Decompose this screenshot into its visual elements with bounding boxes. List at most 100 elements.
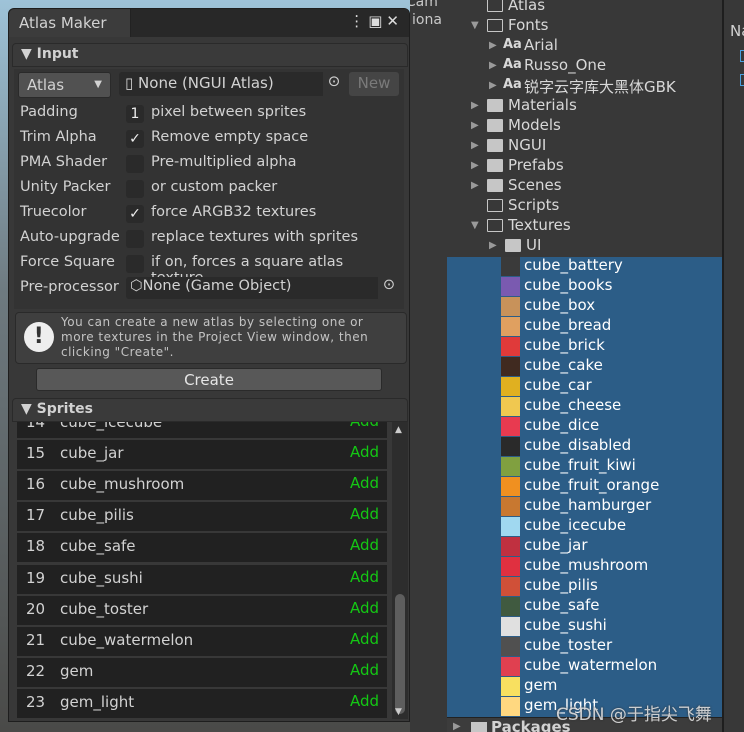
folder-icon — [487, 159, 503, 172]
item-label: cube_bread — [524, 316, 612, 334]
pma-shader-checkbox[interactable] — [126, 155, 144, 173]
hierarchy-panel: Main Cam iona — [410, 0, 447, 732]
expand-arrow-icon[interactable]: ▶ — [453, 718, 461, 732]
expand-arrow-icon[interactable]: ▶ — [471, 160, 479, 171]
sprite-row[interactable]: 18 cube_safe Add — [17, 533, 387, 563]
collapse-arrow-icon[interactable]: ▼ — [471, 20, 479, 31]
sprite-row[interactable]: 22 gem Add — [17, 657, 387, 687]
item-label: Scripts — [508, 196, 560, 214]
scroll-down-icon[interactable]: ▼ — [395, 707, 402, 717]
close-icon[interactable]: ✕ — [386, 12, 403, 30]
sprite-row[interactable]: 23 gem_light Add — [17, 688, 387, 718]
force-square-row: Force Square if on, forces a square atlas… — [20, 254, 400, 286]
sprite-name: cube_mushroom — [60, 475, 185, 494]
texture-thumbnail-icon — [501, 357, 520, 376]
help-text: You can create a new atlas by selecting … — [61, 315, 369, 359]
inspector-label: Na — [730, 22, 744, 40]
collapse-arrow-icon[interactable]: ▼ — [471, 220, 479, 231]
item-label: cube_fruit_kiwi — [524, 456, 636, 474]
sprite-row[interactable]: 16 cube_mushroom Add — [17, 471, 387, 501]
object-picker-icon[interactable]: ⊙ — [378, 277, 400, 299]
sprite-row[interactable]: 14 cube_icecube Add — [17, 422, 387, 438]
scroll-up-icon[interactable]: ▲ — [395, 425, 402, 435]
item-label: cube_car — [524, 376, 592, 394]
sprite-row[interactable]: 17 cube_pilis Add — [17, 502, 387, 532]
pma-shader-row: PMA Shader Pre-multiplied alpha — [20, 154, 400, 174]
input-section-header[interactable]: ▼ Input — [12, 43, 408, 67]
tab-atlas-maker[interactable]: Atlas Maker — [9, 9, 131, 37]
sprite-index: 16 — [26, 475, 46, 494]
sprite-list-scrollbar[interactable]: ▲ ▼ — [392, 422, 408, 719]
padding-input[interactable]: 1 — [126, 105, 144, 123]
item-label: cube_brick — [524, 336, 605, 354]
add-sprite-button[interactable]: Add — [350, 661, 379, 679]
hierarchy-item[interactable]: iona — [412, 12, 442, 28]
preprocessor-field[interactable]: ⬡None (Game Object) ⊙ — [126, 277, 400, 299]
folder-icon — [487, 219, 503, 232]
sprite-index: 21 — [26, 630, 46, 649]
sprite-row[interactable]: 21 cube_watermelon Add — [17, 626, 387, 656]
atlas-field-value: None (NGUI Atlas) — [138, 74, 274, 92]
auto-upgrade-checkbox[interactable] — [126, 230, 144, 248]
item-label: cube_safe — [524, 596, 600, 614]
sprite-list: 14 cube_icecube Add 15 cube_jar Add 16 cube_mus… — [17, 422, 389, 719]
auto-upgrade-label: Auto-upgrade — [20, 229, 120, 245]
sprite-row[interactable]: 20 cube_toster Add — [17, 595, 387, 625]
item-label: Russo_One — [524, 56, 607, 74]
add-sprite-button[interactable]: Add — [350, 536, 379, 554]
atlas-object-field[interactable]: ▯ None (NGUI Atlas) ⊙ — [119, 72, 345, 96]
pma-shader-label: PMA Shader — [20, 154, 108, 170]
padding-label: Padding — [20, 104, 78, 120]
expand-arrow-icon[interactable]: ▶ — [471, 100, 479, 111]
expand-arrow-icon[interactable]: ▶ — [489, 240, 497, 251]
texture-thumbnail-icon — [501, 337, 520, 356]
sprite-name: cube_watermelon — [60, 630, 194, 649]
item-label: cube_sushi — [524, 616, 607, 634]
expand-arrow-icon[interactable]: ▶ — [489, 60, 497, 71]
add-sprite-button[interactable]: Add — [350, 474, 379, 492]
sprite-row[interactable]: 15 cube_jar Add — [17, 440, 387, 470]
texture-thumbnail-icon — [501, 417, 520, 436]
item-label: Textures — [508, 216, 571, 234]
add-sprite-button[interactable]: Add — [350, 505, 379, 523]
trim-alpha-checkbox[interactable]: ✓ — [126, 130, 144, 148]
item-label: cube_fruit_orange — [524, 476, 660, 494]
texture-thumbnail-icon — [501, 577, 520, 596]
add-sprite-button[interactable]: Add — [350, 692, 379, 710]
force-square-checkbox[interactable] — [126, 255, 144, 273]
add-sprite-button[interactable]: Add — [350, 599, 379, 617]
sprites-section-header[interactable]: ▼ Sprites — [12, 398, 408, 422]
add-sprite-button[interactable]: Add — [350, 422, 379, 430]
hierarchy-item[interactable]: Main Cam — [410, 0, 438, 10]
expand-arrow-icon[interactable]: ▶ — [471, 120, 479, 131]
item-label: Fonts — [508, 16, 549, 34]
asset-icon — [740, 74, 744, 86]
add-sprite-button[interactable]: Add — [350, 630, 379, 648]
folder-icon — [487, 99, 503, 112]
new-atlas-button[interactable]: New — [349, 72, 399, 96]
object-picker-icon[interactable]: ⊙ — [323, 72, 345, 96]
texture-thumbnail-icon — [501, 697, 520, 716]
sprite-name: cube_icecube — [60, 422, 163, 431]
atlas-type-dropdown[interactable]: Atlas ▼ — [18, 72, 111, 98]
unity-packer-checkbox[interactable] — [126, 180, 144, 198]
truecolor-checkbox[interactable]: ✓ — [126, 205, 144, 223]
maximize-icon[interactable]: ▣ — [368, 12, 386, 30]
add-sprite-button[interactable]: Add — [350, 568, 379, 586]
texture-thumbnail-icon — [501, 657, 520, 676]
scrollbar-thumb[interactable] — [395, 594, 405, 714]
add-sprite-button[interactable]: Add — [350, 443, 379, 461]
expand-arrow-icon[interactable]: ▶ — [471, 140, 479, 151]
sprite-index: 14 — [26, 422, 46, 431]
create-button[interactable]: Create — [36, 368, 382, 391]
expand-arrow-icon[interactable]: ▶ — [489, 80, 497, 91]
sprite-row[interactable]: 19 cube_sushi Add — [17, 564, 387, 594]
expand-arrow-icon[interactable]: ▶ — [471, 180, 479, 191]
expand-arrow-icon[interactable]: ▶ — [489, 40, 497, 51]
sprite-index: 20 — [26, 599, 46, 618]
item-label: cube_icecube — [524, 516, 627, 534]
kebab-menu-icon[interactable]: ⋮ — [349, 12, 368, 30]
preprocessor-row: Pre-processor ⬡None (Game Object) ⊙ — [20, 277, 400, 299]
texture-thumbnail-icon — [501, 637, 520, 656]
texture-thumbnail-icon — [501, 517, 520, 536]
